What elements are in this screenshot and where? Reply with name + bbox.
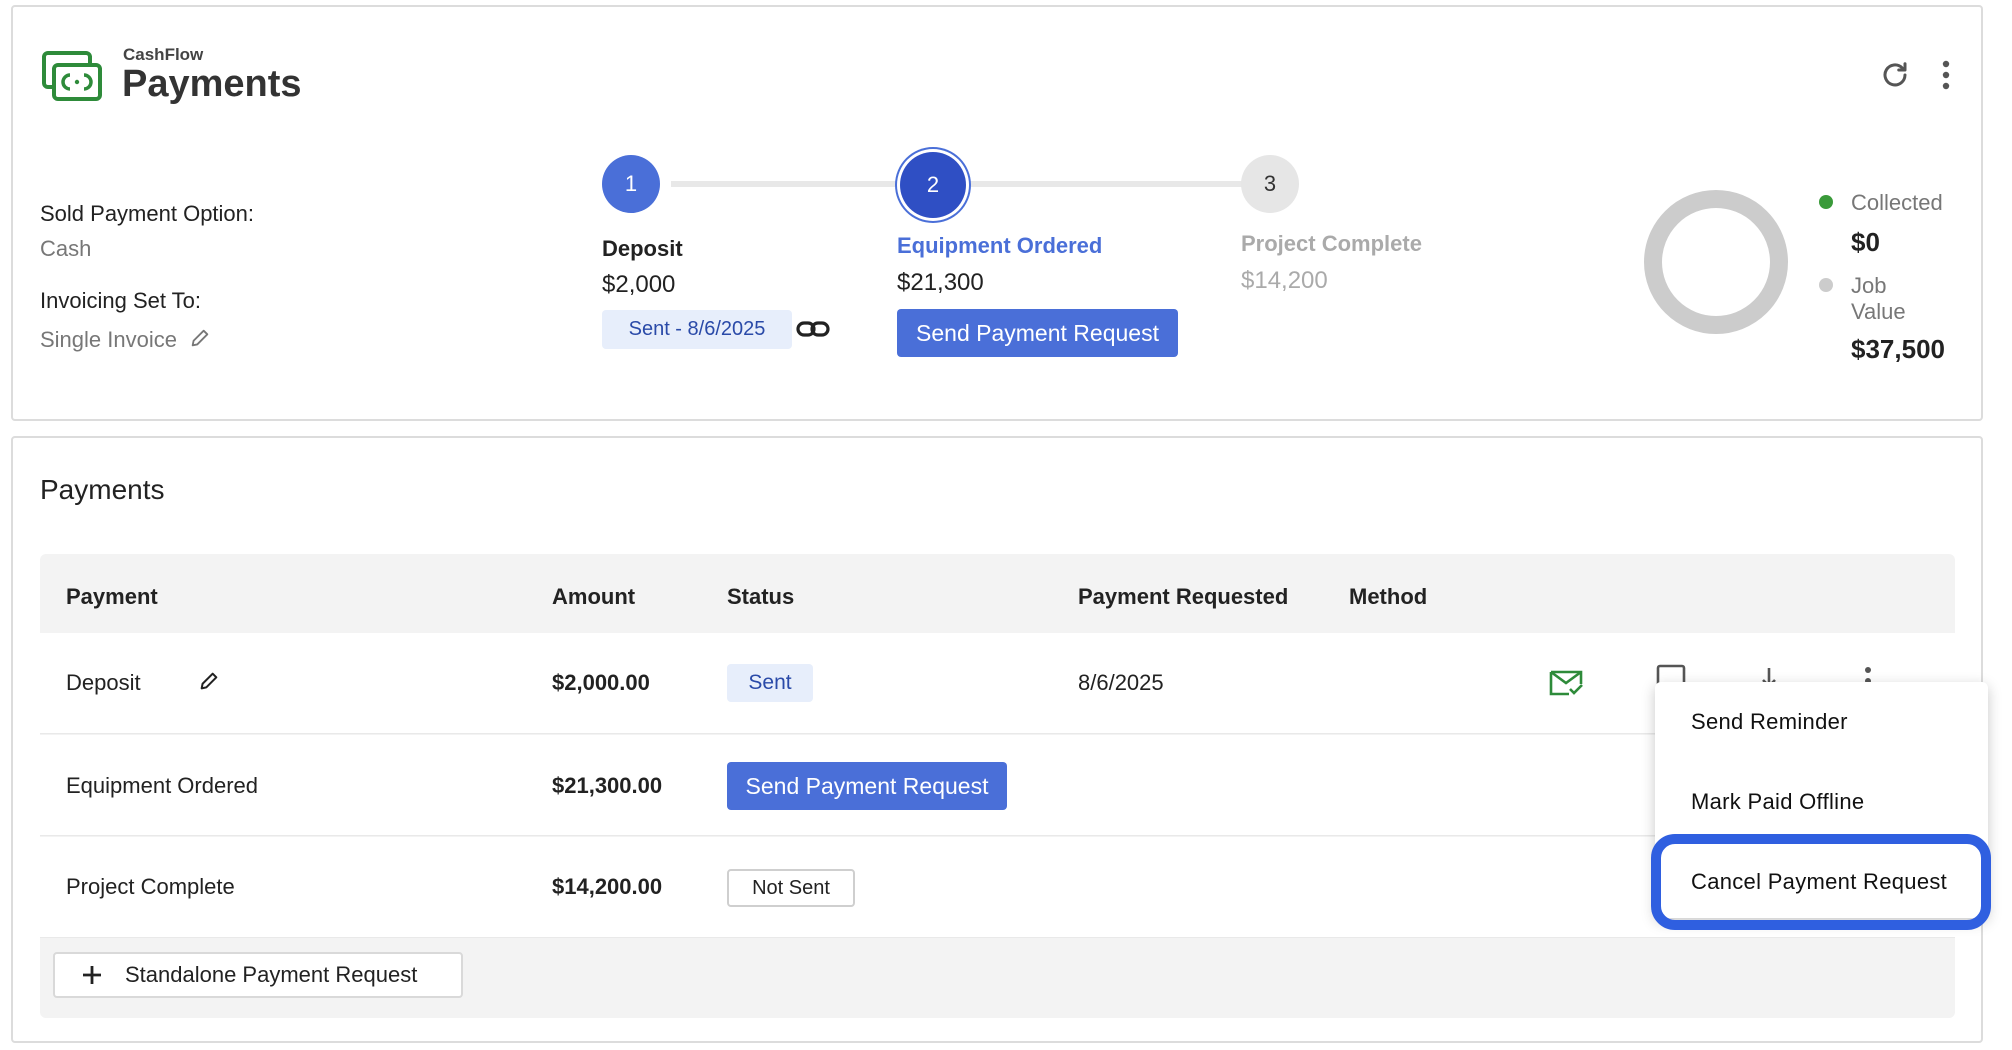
payment-amount: $21,300.00 [552,773,663,798]
payment-name: Equipment Ordered [66,773,258,798]
step-1-sent-chip: Sent - 8/6/2025 [602,310,792,349]
sold-payment-value: Cash [40,236,92,261]
more-vertical-icon[interactable] [1926,55,1966,95]
menu-item-send-reminder[interactable]: Send Reminder [1655,696,1988,748]
job-value-legend-dot [1819,278,1833,292]
status-badge: Sent [727,664,813,702]
stepper-track-2 [971,181,1251,187]
edit-invoicing-pencil-icon[interactable] [189,327,215,353]
payment-amount: $2,000.00 [552,670,650,695]
payment-donut-chart [1641,187,1791,337]
step-1-circle[interactable]: 1 [602,155,660,213]
job-value-label-line-1: Job [1851,273,1887,298]
send-payment-request-button[interactable]: Send Payment Request [897,309,1178,357]
edit-payment-pencil-icon[interactable] [198,670,224,696]
status-badge: Not Sent [727,869,855,907]
step-3-amount: $14,200 [1241,267,1328,294]
step-3-name: Project Complete [1241,231,1422,256]
step-1-amount: $2,000 [602,271,676,298]
invoicing-value: Single Invoice [40,327,177,352]
cashflow-logo-icon [40,47,104,109]
step-2-name: Equipment Ordered [897,233,1103,258]
row-send-payment-request-button[interactable]: Send Payment Request [727,762,1007,810]
payment-name: Deposit [66,670,141,695]
page-title: Payments [122,63,302,105]
step-3-circle[interactable]: 3 [1241,155,1299,213]
sold-payment-label: Sold Payment Option: [40,201,255,226]
brand-name: CashFlow [123,45,204,64]
row-actions-menu: Send Reminder Mark Paid Offline Cancel P… [1655,682,1988,918]
job-value-label-line-2: Value [1851,299,1906,324]
column-header-payment: Payment [66,584,158,609]
step-2-circle[interactable]: 2 [900,152,966,218]
step-2-amount: $21,300 [897,269,984,296]
collected-value: $0 [1851,227,1880,257]
job-value: $37,500 [1851,334,1945,364]
payment-amount: $14,200.00 [552,874,663,899]
column-header-amount: Amount [552,584,636,609]
summary-card: CashFlow Payments Sold Payment Option: C… [11,5,1983,421]
step-1-name: Deposit [602,236,683,261]
payments-section-title: Payments [40,474,165,505]
menu-item-mark-paid-offline[interactable]: Mark Paid Offline [1655,776,1988,828]
refresh-icon[interactable] [1875,55,1915,95]
menu-item-cancel-payment-request[interactable]: Cancel Payment Request [1655,854,1988,910]
collected-legend-dot [1819,195,1833,209]
column-header-method: Method [1349,584,1428,609]
payment-name: Project Complete [66,874,235,899]
collected-label: Collected [1851,190,1943,215]
standalone-button-label: Standalone Payment Request [125,962,418,987]
copy-link-icon[interactable] [796,315,832,345]
invoicing-label: Invoicing Set To: [40,288,202,313]
job-value-label: Job Value [1851,273,1906,325]
column-header-payment-requested: Payment Requested [1078,584,1289,609]
stepper-track-1 [671,181,911,187]
payment-requested-date: 8/6/2025 [1078,670,1164,695]
column-header-status: Status [727,584,795,609]
plus-icon [79,962,105,988]
email-sent-check-icon[interactable] [1546,663,1586,703]
standalone-payment-request-button[interactable]: Standalone Payment Request [53,952,463,998]
